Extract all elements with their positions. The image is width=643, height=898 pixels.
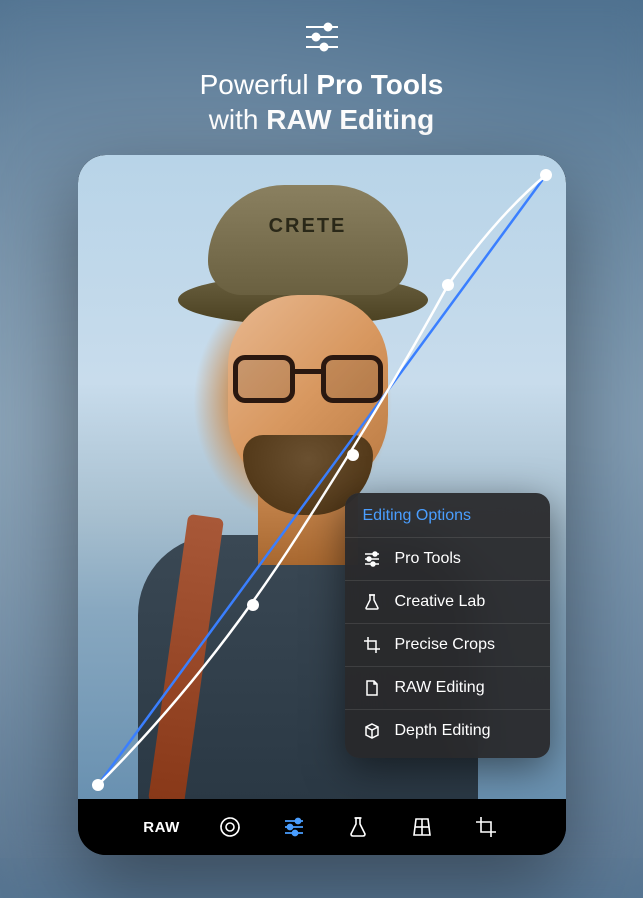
popup-item-label: Precise Crops [395, 636, 495, 654]
popup-title: Editing Options [345, 507, 550, 537]
popup-item-creative-lab[interactable]: Creative Lab [345, 580, 550, 623]
bottom-toolbar: RAW [78, 799, 566, 855]
popup-item-precise-crops[interactable]: Precise Crops [345, 623, 550, 666]
flask-icon [363, 593, 381, 611]
headline-line2-light: with [209, 104, 267, 135]
headline-line1-light: Powerful [200, 69, 317, 100]
crop-icon [363, 636, 381, 654]
aperture-icon [218, 815, 242, 839]
file-icon [363, 679, 381, 697]
glasses-bridge [295, 369, 321, 374]
popup-item-depth-editing[interactable]: Depth Editing [345, 709, 550, 752]
device-frame: Editing Options Pro Tools [78, 155, 566, 855]
headline: Powerful Pro Tools with RAW Editing [200, 67, 444, 137]
popup-item-pro-tools[interactable]: Pro Tools [345, 537, 550, 580]
toolbar-sliders-button[interactable] [280, 813, 308, 841]
sliders-icon [363, 550, 381, 568]
headline-line1-bold: Pro Tools [316, 69, 443, 100]
photo-glasses [233, 355, 383, 405]
sliders-icon [282, 815, 306, 839]
toolbar-perspective-button[interactable] [408, 813, 436, 841]
popup-item-raw-editing[interactable]: RAW Editing [345, 666, 550, 709]
popup-item-label: Creative Lab [395, 593, 486, 611]
headline-line2-bold: RAW Editing [266, 104, 434, 135]
flask-icon [347, 816, 369, 838]
cube-icon [363, 722, 381, 740]
sliders-icon [302, 20, 342, 59]
perspective-icon [410, 815, 434, 839]
photo-cap [208, 185, 408, 295]
toolbar-aperture-button[interactable] [216, 813, 244, 841]
popup-item-label: RAW Editing [395, 679, 485, 697]
crop-icon [474, 815, 498, 839]
popup-item-label: Pro Tools [395, 550, 461, 568]
popup-item-label: Depth Editing [395, 722, 491, 740]
toolbar-raw-button[interactable]: RAW [143, 813, 180, 841]
toolbar-flask-button[interactable] [344, 813, 372, 841]
toolbar-crop-button[interactable] [472, 813, 500, 841]
glasses-lens-right [321, 355, 383, 403]
editing-options-popup: Editing Options Pro Tools [345, 493, 550, 758]
glasses-lens-left [233, 355, 295, 403]
content-wrapper: Powerful Pro Tools with RAW Editing [0, 0, 643, 858]
